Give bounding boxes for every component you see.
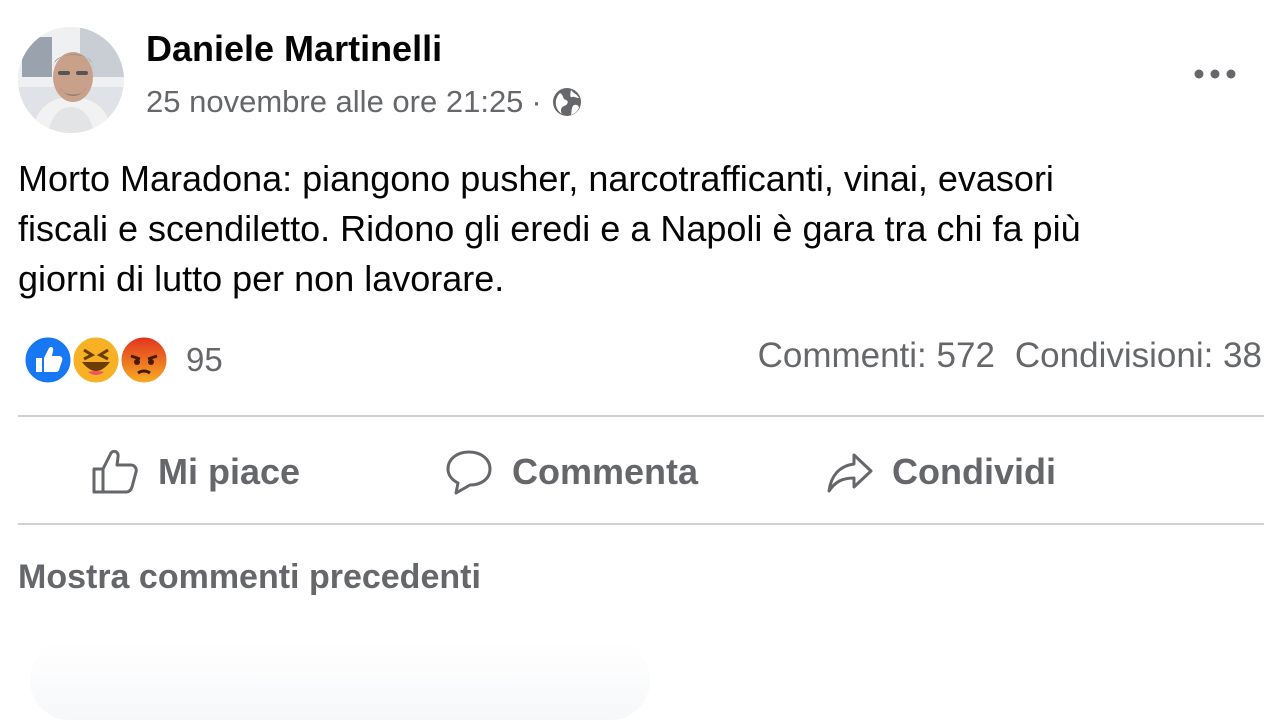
post-meta: 25 novembre alle ore 21:25 · [146,84,584,120]
post-text-line: fiscali e scendiletto. Ridono gli eredi … [18,208,1081,249]
facebook-post: Daniele Martinelli 25 novembre alle ore … [0,0,1280,720]
divider [18,415,1264,417]
share-button[interactable]: Condividi [826,440,1056,504]
globe-icon[interactable] [550,85,584,119]
comment-label: Commenta [512,451,699,492]
comments-count[interactable]: Commenti: 572 [758,336,995,376]
comment-bubble-placeholder [30,640,650,720]
post-text-line: giorni di lutto per non lavorare. [18,258,505,299]
like-reaction-icon [22,334,74,386]
share-arrow-icon [827,453,873,493]
post-timestamp[interactable]: 25 novembre alle ore 21:25 [146,84,523,120]
like-button[interactable]: Mi piace [90,440,300,504]
comment-icon [446,450,492,495]
post-options-button[interactable] [1186,52,1246,96]
author-name[interactable]: Daniele Martinelli [146,28,442,70]
reaction-icons [22,334,172,386]
divider [18,523,1264,525]
avatar-photo [18,27,124,133]
thumbs-up-icon [92,449,138,494]
meta-separator: · [531,84,542,119]
share-label: Condividi [892,451,1056,492]
shares-count[interactable]: Condivisioni: 38 [1015,336,1262,376]
author-avatar[interactable] [18,27,124,133]
more-horizontal-icon [1194,69,1236,79]
haha-reaction-icon [70,334,122,386]
angry-reaction-icon [118,334,170,386]
reaction-count: 95 [186,341,223,378]
post-stats: Commenti: 572 Condivisioni: 38 [758,336,1262,376]
post-text-line: Morto Maradona: piangono pusher, narcotr… [18,158,1054,199]
post-text: Morto Maradona: piangono pusher, narcotr… [18,154,1258,304]
show-previous-comments-link[interactable]: Mostra commenti precedenti [18,558,481,597]
like-label: Mi piace [158,451,301,492]
reactions-summary[interactable]: 95 [22,334,223,386]
comment-button[interactable]: Commenta [444,440,698,504]
